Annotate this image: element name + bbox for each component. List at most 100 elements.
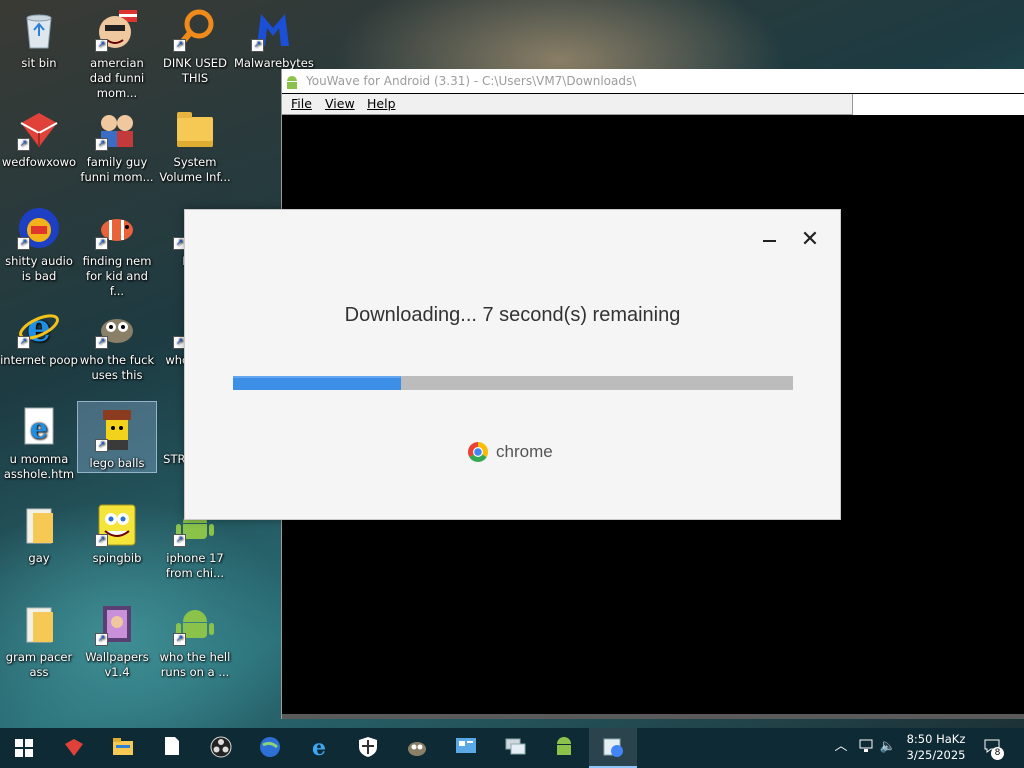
close-icon: ✕ [800, 227, 820, 252]
desktop-icon-family-guy[interactable]: ↗ family guy funni mom... [78, 101, 156, 185]
desktop-icon-gay[interactable]: gay [0, 497, 78, 566]
malwarebytes-icon: ↗ [251, 8, 295, 52]
menu-file[interactable]: File [287, 94, 316, 114]
magnifier-icon: ↗ [173, 8, 217, 52]
desktop-icon-label: finding nem for kid and f... [82, 254, 152, 298]
ie-document-icon: e [17, 404, 61, 448]
notification-count-badge: 8 [991, 747, 1004, 760]
android-app-icon [286, 74, 298, 89]
windows-logo-icon [12, 736, 36, 760]
shortcut-arrow-icon: ↗ [251, 39, 264, 52]
shortcut-arrow-icon: ↗ [95, 439, 108, 452]
desktop-icon-label: who the hell runs on a ... [159, 650, 231, 679]
installer-icon [601, 736, 625, 760]
control-panel-icon [454, 736, 478, 760]
desktop-icon-label: iphone 17 from chi... [165, 551, 225, 580]
desktop-icon-label: DINK USED THIS [163, 56, 227, 85]
desktop-icon-lego-balls[interactable]: ↗ lego balls [77, 401, 157, 473]
desktop-icon-system-volume[interactable]: System Volume Inf... [156, 101, 234, 185]
svg-text:e: e [27, 305, 51, 349]
taskbar-chrome-installer[interactable] [589, 728, 637, 768]
internet-explorer-icon: e ↗ [17, 305, 61, 350]
start-button[interactable] [0, 728, 48, 768]
shortcut-arrow-icon: ↗ [95, 633, 108, 646]
menu-help[interactable]: Help [363, 94, 400, 114]
shortcut-arrow-icon: ↗ [173, 39, 186, 52]
taskbar-internet-explorer[interactable]: e [295, 728, 343, 768]
desktop-icon-who-the-hell[interactable]: ↗ who the hell runs on a ... [156, 596, 234, 680]
red-cube-icon [62, 736, 86, 760]
desktop-icon-finding-nem[interactable]: ↗ finding nem for kid and f... [78, 200, 156, 299]
recycle-bin-icon [17, 8, 61, 52]
menubar-blank-area [853, 94, 1024, 115]
android-icon [552, 736, 576, 760]
shortcut-arrow-icon: ↗ [95, 534, 108, 547]
download-status-text: Downloading... 7 second(s) remaining [344, 304, 681, 326]
youwave-titlebar[interactable]: YouWave for Android (3.31) - C:\Users\VM… [282, 69, 1024, 93]
clock[interactable]: 8:50 HaKz 3/25/2025 [898, 731, 974, 763]
desktop-icon-spingbib[interactable]: ↗ spingbib [78, 497, 156, 566]
obs-icon [209, 736, 233, 760]
desktop-icon-who-uses-this[interactable]: ↗ who the fuck uses this [78, 299, 156, 383]
desktop-icon-gram-pacer[interactable]: gram pacer ass [0, 596, 78, 680]
taskbar-control-panel[interactable] [442, 728, 490, 768]
wallpaper-book-icon: ↗ [95, 602, 139, 646]
shortcut-arrow-icon: ↗ [17, 237, 30, 250]
taskbar-gimp[interactable] [393, 728, 441, 768]
desktop-icon-wedfowxowo[interactable]: ↗ wedfowxowo [0, 101, 78, 170]
red-cube-icon: ↗ [17, 107, 61, 151]
cartoon-face-icon: ↗ [95, 8, 139, 52]
shortcut-arrow-icon: ↗ [173, 633, 186, 646]
shortcut-arrow-icon: ↗ [17, 336, 30, 349]
desktop-icon-malwarebytes[interactable]: ↗ Malwarebytes [234, 2, 314, 71]
desktop-icon-dink-used-this[interactable]: ↗ DINK USED THIS [156, 2, 234, 86]
desktop-icon-label: spingbib [92, 551, 142, 565]
gimp-icon: ↗ [95, 305, 139, 349]
minimize-button[interactable] [759, 230, 781, 252]
shortcut-arrow-icon: ↗ [173, 534, 186, 547]
taskbar-security-app[interactable] [344, 728, 392, 768]
desktop-icon-amercian-dad[interactable]: ↗ amercian dad funni mom... [78, 2, 156, 101]
download-progress-bar [233, 376, 793, 390]
taskbar-red-cube-app[interactable] [50, 728, 98, 768]
chrome-installer-dialog: ✕ Downloading... 7 second(s) remaining c… [184, 209, 841, 520]
folder-icon [17, 503, 61, 547]
download-progress-fill [233, 376, 401, 390]
taskbar: e ︿ 🔈 8:50 HaKz 3/25/2025 [0, 728, 1024, 768]
network-icon[interactable] [857, 738, 875, 756]
folder-icon [17, 602, 61, 646]
desktop-icon-label: System Volume Inf... [159, 155, 231, 184]
desktop-icon-label: Wallpapers v1.4 [85, 650, 149, 679]
cartoon-characters-icon: ↗ [95, 107, 139, 151]
desktop-icon-label: sit bin [21, 56, 57, 70]
desktop-icon-label: internet poop [0, 353, 78, 367]
desktop-icon-label: family guy funni mom... [80, 155, 154, 184]
desktop-icon-label: u momma asshole.htm [3, 452, 75, 481]
menu-view[interactable]: View [321, 94, 359, 114]
fish-icon: ↗ [95, 206, 139, 250]
shortcut-arrow-icon: ↗ [95, 39, 108, 52]
taskbar-globe-app[interactable] [246, 728, 294, 768]
shortcut-arrow-icon: ↗ [95, 237, 108, 250]
desktop-icon-label: amercian dad funni mom... [89, 56, 145, 100]
desktop-icon-recycle-bin[interactable]: sit bin [0, 2, 78, 71]
desktop-icon-internet-poop[interactable]: e ↗ internet poop [0, 299, 78, 368]
desktop-icon-wallpapers[interactable]: ↗ Wallpapers v1.4 [78, 596, 156, 680]
volume-icon[interactable]: 🔈 [879, 738, 897, 756]
taskbar-network-app[interactable] [491, 728, 539, 768]
chrome-brand-name: chrome [496, 442, 553, 461]
youwave-bottom-toolbar [282, 714, 1024, 719]
shield-icon [356, 736, 380, 760]
taskbar-notepad[interactable] [148, 728, 196, 768]
svg-text:e: e [30, 412, 48, 445]
lego-figure-icon: ↗ [95, 408, 139, 452]
taskbar-file-explorer[interactable] [99, 728, 147, 768]
close-button[interactable]: ✕ [799, 229, 821, 251]
document-icon [160, 736, 184, 760]
desktop-icon-shitty-audio[interactable]: ↗ shitty audio is bad [0, 200, 78, 284]
desktop-icon-label: lego balls [89, 456, 145, 470]
taskbar-obs[interactable] [197, 728, 245, 768]
chevron-up-icon[interactable]: ︿ [832, 738, 850, 756]
desktop-icon-u-momma-htm[interactable]: e u momma asshole.htm [0, 398, 78, 482]
taskbar-youwave[interactable] [540, 728, 588, 768]
